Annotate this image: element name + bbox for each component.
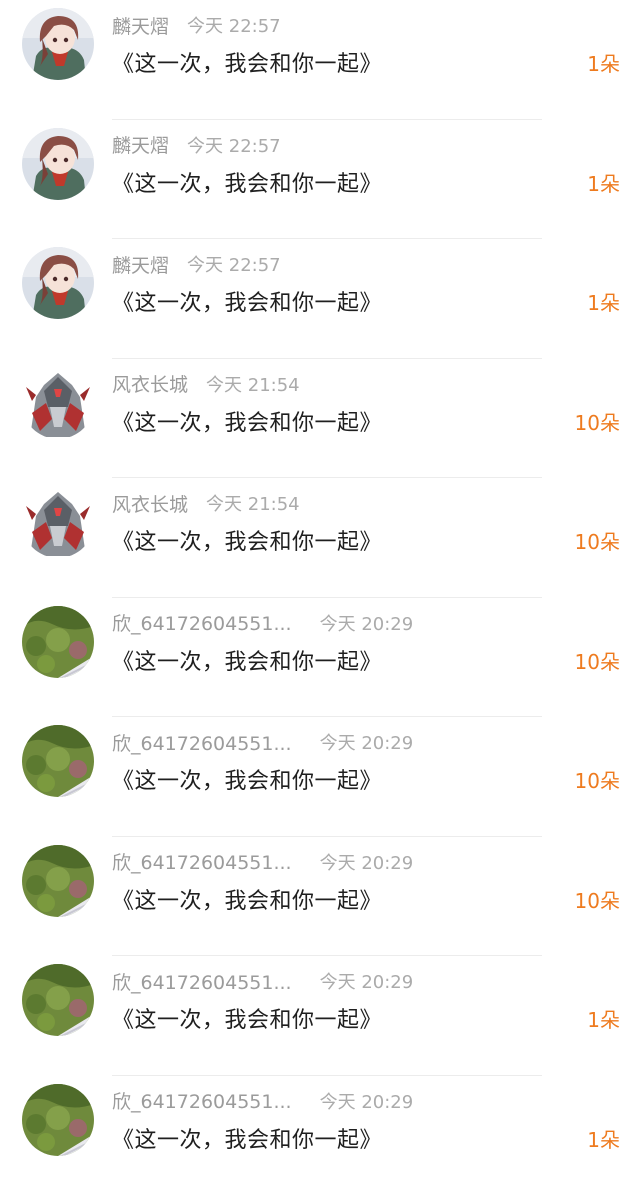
timestamp: 今天 20:29 [320,1088,414,1114]
comment-text: 《这一次，我会和你一起》 [112,763,382,795]
gift-comment-list: 麟天熠 今天 22:57 《这一次，我会和你一起》 1朵 麟天熠 今天 22:5… [0,0,640,1184]
avatar[interactable] [22,1084,94,1156]
username[interactable]: 麟天熠 [112,131,169,158]
list-item[interactable]: 欣_64172604551... 今天 20:29 《这一次，我会和你一起》 1… [0,1076,640,1195]
timestamp: 今天 22:57 [187,12,281,38]
username[interactable]: 欣_64172604551... [112,968,292,995]
avatar[interactable] [22,725,94,797]
username[interactable]: 风衣长城 [112,370,188,397]
avatar[interactable] [22,247,94,319]
gift-count: 10朵 [575,765,620,794]
comment-meta: 麟天熠 今天 22:57 [112,10,281,40]
plant-avatar-icon [22,725,94,797]
gift-count: 1朵 [587,1124,620,1153]
comment-text: 《这一次，我会和你一起》 [112,1002,382,1034]
list-item[interactable]: 麟天熠 今天 22:57 《这一次，我会和你一起》 1朵 [0,120,640,240]
comment-text: 《这一次，我会和你一起》 [112,405,382,437]
username[interactable]: 风衣长城 [112,490,188,517]
list-item[interactable]: 欣_64172604551... 今天 20:29 《这一次，我会和你一起》 1… [0,598,640,718]
list-item[interactable]: 风衣长城 今天 21:54 《这一次，我会和你一起》 10朵 [0,478,640,598]
anime-avatar-icon [22,8,94,80]
comment-text: 《这一次，我会和你一起》 [112,46,382,78]
timestamp: 今天 20:29 [320,968,414,994]
list-item[interactable]: 欣_64172604551... 今天 20:29 《这一次，我会和你一起》 1… [0,956,640,1076]
plant-avatar-icon [22,1084,94,1156]
comment-text: 《这一次，我会和你一起》 [112,644,382,676]
timestamp: 今天 20:29 [320,729,414,755]
gift-count: 1朵 [587,1004,620,1033]
username[interactable]: 欣_64172604551... [112,729,292,756]
comment-text: 《这一次，我会和你一起》 [112,524,382,556]
plant-avatar-icon [22,964,94,1036]
avatar[interactable] [22,486,94,558]
anime-avatar-icon [22,128,94,200]
comment-meta: 麟天熠 今天 22:57 [112,249,281,279]
avatar[interactable] [22,606,94,678]
timestamp: 今天 21:54 [206,490,300,516]
comment-meta: 麟天熠 今天 22:57 [112,130,281,160]
comment-meta: 欣_64172604551... 今天 20:29 [112,847,413,877]
comment-meta: 欣_64172604551... 今天 20:29 [112,966,413,996]
timestamp: 今天 20:29 [320,610,414,636]
gift-count: 10朵 [575,526,620,555]
gift-count: 1朵 [587,48,620,77]
gift-count: 10朵 [575,646,620,675]
gift-count: 1朵 [587,287,620,316]
avatar[interactable] [22,845,94,917]
gift-count: 10朵 [575,407,620,436]
timestamp: 今天 21:54 [206,371,300,397]
mecha-avatar-icon [22,486,94,558]
username[interactable]: 麟天熠 [112,251,169,278]
list-item[interactable]: 欣_64172604551... 今天 20:29 《这一次，我会和你一起》 1… [0,837,640,957]
username[interactable]: 麟天熠 [112,12,169,39]
username[interactable]: 欣_64172604551... [112,609,292,636]
anime-avatar-icon [22,247,94,319]
list-item[interactable]: 麟天熠 今天 22:57 《这一次，我会和你一起》 1朵 [0,239,640,359]
gift-count: 1朵 [587,168,620,197]
username[interactable]: 欣_64172604551... [112,1087,292,1114]
list-item[interactable]: 风衣长城 今天 21:54 《这一次，我会和你一起》 10朵 [0,359,640,479]
timestamp: 今天 22:57 [187,251,281,277]
list-item[interactable]: 欣_64172604551... 今天 20:29 《这一次，我会和你一起》 1… [0,717,640,837]
gift-count: 10朵 [575,885,620,914]
comment-meta: 风衣长城 今天 21:54 [112,488,300,518]
comment-meta: 欣_64172604551... 今天 20:29 [112,727,413,757]
plant-avatar-icon [22,845,94,917]
comment-text: 《这一次，我会和你一起》 [112,883,382,915]
comment-text: 《这一次，我会和你一起》 [112,1122,382,1154]
mecha-avatar-icon [22,367,94,439]
timestamp: 今天 22:57 [187,132,281,158]
comment-meta: 欣_64172604551... 今天 20:29 [112,608,413,638]
comment-meta: 欣_64172604551... 今天 20:29 [112,1086,413,1116]
avatar[interactable] [22,8,94,80]
avatar[interactable] [22,964,94,1036]
list-item[interactable]: 麟天熠 今天 22:57 《这一次，我会和你一起》 1朵 [0,0,640,120]
comment-text: 《这一次，我会和你一起》 [112,285,382,317]
avatar[interactable] [22,128,94,200]
avatar[interactable] [22,367,94,439]
plant-avatar-icon [22,606,94,678]
comment-text: 《这一次，我会和你一起》 [112,166,382,198]
timestamp: 今天 20:29 [320,849,414,875]
comment-meta: 风衣长城 今天 21:54 [112,369,300,399]
username[interactable]: 欣_64172604551... [112,848,292,875]
